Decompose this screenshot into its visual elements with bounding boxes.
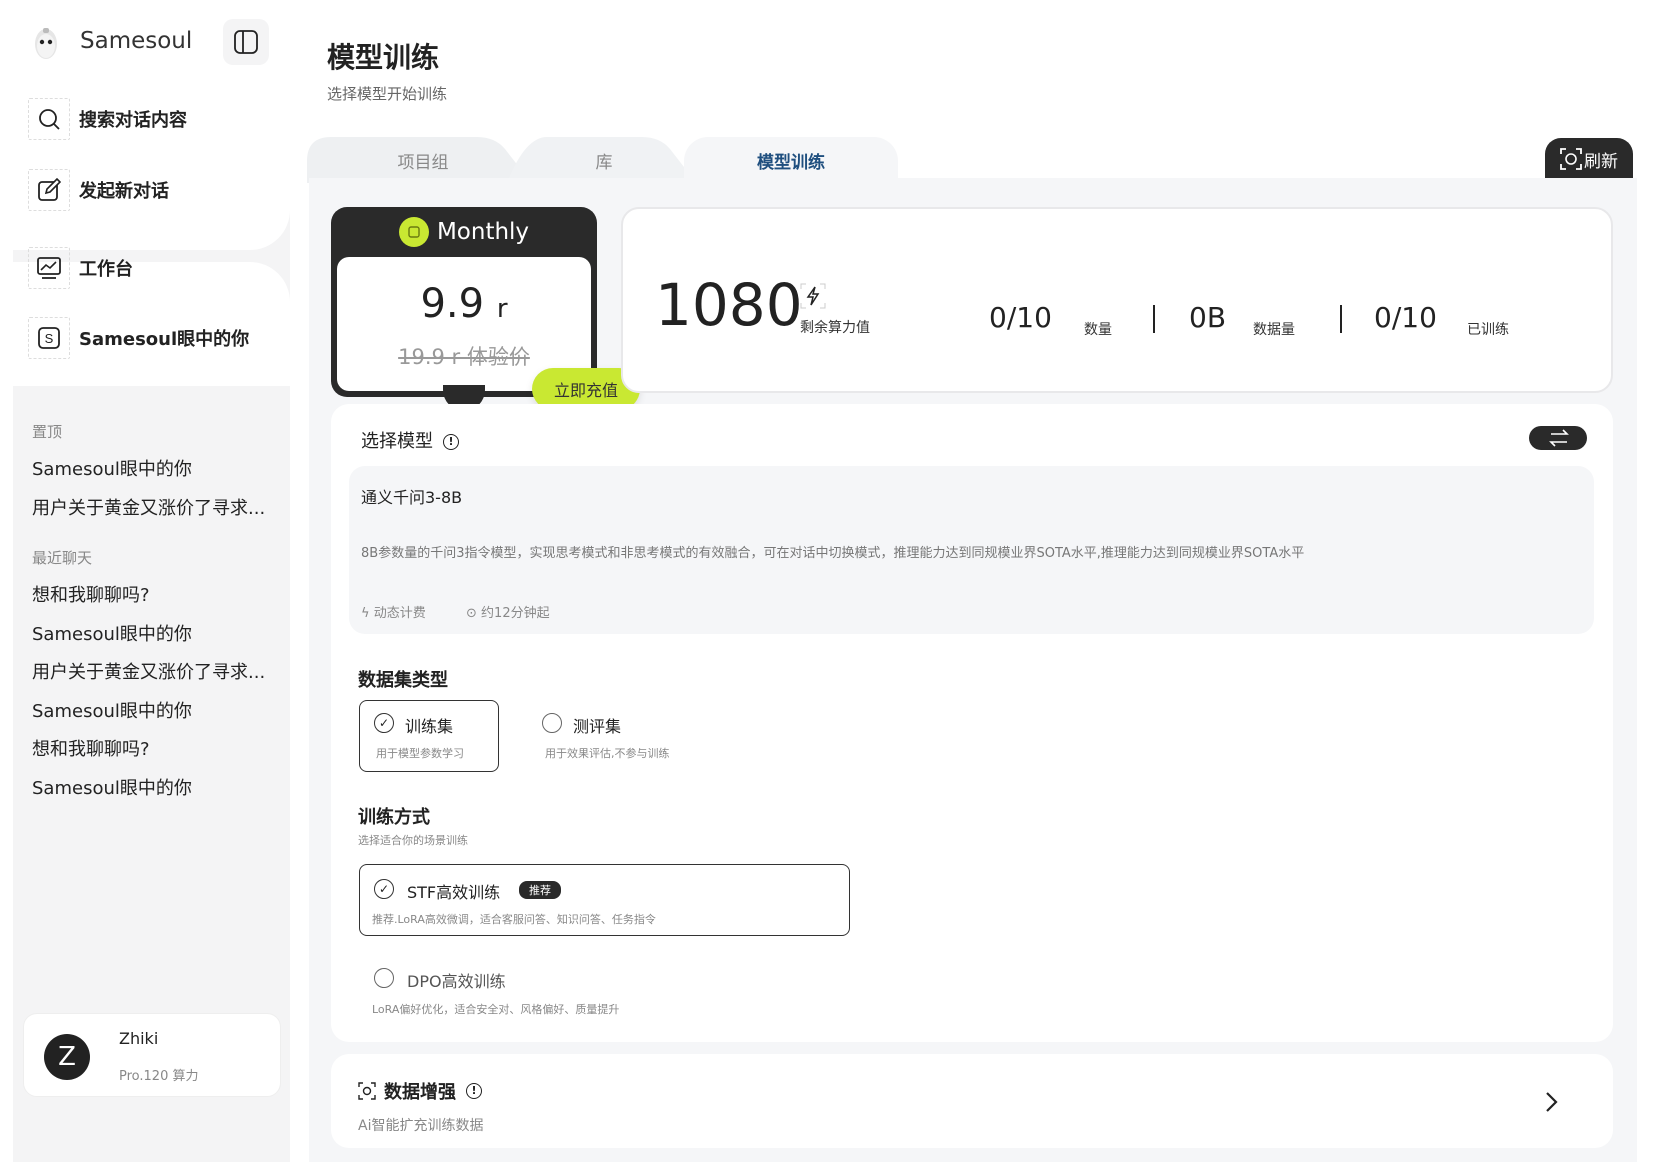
plan-price-unit: r [496,294,508,324]
plan-original-price: 19.9 r 体验价 [398,345,530,369]
stat-divider [1153,305,1155,333]
refresh-label: 刷新 [1584,151,1618,172]
dataset-option-eval-label[interactable]: 测评集 [573,713,621,737]
check-circle-icon: ✓ [374,879,394,899]
pinned-chat-item[interactable]: Samesoul眼中的你 [32,455,192,481]
info-icon[interactable]: ! [466,1083,482,1099]
nav-search-label: 搜索对话内容 [79,110,187,131]
recent-chat-item[interactable]: Samesoul眼中的你 [32,774,192,800]
switch-model-button[interactable] [1529,426,1587,450]
recent-chat-item[interactable]: 用户关于黄金又涨价了寻求... [32,658,265,684]
chart-icon [28,247,70,289]
user-plan: Pro.120 算力 [119,1069,199,1084]
pinned-chat-item[interactable]: 用户关于黄金又涨价了寻求... [32,494,265,520]
billing-label: 动态计费 [373,606,426,621]
clock-icon: ⊙ [466,606,477,621]
nav-new-chat[interactable]: 发起新对话 [28,169,169,211]
nav-workbench[interactable]: 工作台 [28,247,133,289]
lightning-icon [800,283,826,309]
user-name: Zhiki [119,1029,159,1048]
avatar: Z [44,1034,90,1080]
plan-name: Monthly [436,219,530,245]
training-option-dpo-radio[interactable] [374,968,394,988]
plan-price: 9.9 r [337,281,591,327]
page-title: 模型训练 [327,41,440,74]
refresh-button[interactable]: 刷新 [1545,138,1633,180]
sidebar-panel-icon [234,30,258,54]
compute-value: 1080 [655,271,803,339]
model-card[interactable]: 通义千问3-8B 8B参数量的千问3指令模型，实现思考模式和非思考模式的有效融合… [349,466,1594,634]
tab-project-group[interactable]: 项目组 [330,137,516,183]
brand-header: Samesoul [13,0,290,88]
recent-chat-item[interactable]: 想和我聊聊吗? [32,581,150,607]
compute-label: 剩余算力值 [800,320,870,336]
stat-count-value: 0/10 [989,301,1052,334]
select-model-title-text: 选择模型 [361,431,433,452]
data-augmentation-title: 数据增强 ! [358,1078,482,1104]
recent-chat-item[interactable]: Samesoul眼中的你 [32,620,192,646]
brand-name: Samesoul [80,28,193,54]
samesoul-logo-icon [35,28,57,59]
search-icon [28,98,70,140]
info-icon[interactable]: ! [443,434,459,450]
scan-refresh-icon [1560,148,1582,170]
nav-workbench-label: 工作台 [79,259,133,280]
recent-chat-item[interactable]: 想和我聊聊吗? [32,735,150,761]
stat-trained-value: 0/10 [1374,301,1437,334]
training-option-stf-sub: 推荐.LoRA高效微调，适合客服问答、知识问答、任务指令 [372,913,656,926]
nav-samesoul-you-label: Samesoul眼中的你 [79,329,250,350]
plan-badge-icon [398,217,429,247]
training-method-title: 训练方式 [358,807,430,828]
chevron-right-icon[interactable] [1541,1090,1561,1114]
stat-divider [1340,305,1342,333]
stat-trained-label: 已训练 [1467,322,1509,338]
plan-price-value: 9.9 [420,281,485,327]
nav-samesoul-you[interactable]: S Samesoul眼中的你 [28,317,250,359]
training-option-dpo-label[interactable]: DPO高效训练 [407,968,506,992]
dataset-option-train-label: 训练集 [405,717,454,736]
training-option-stf-label: STF高效训练 [407,883,501,902]
sidebar: Samesoul 搜索对话内容 发起新对话 工作台 S Samesoul眼中的你 [13,0,290,1162]
user-card[interactable]: Z Zhiki Pro.120 算力 [23,1013,281,1097]
s-box-icon: S [28,317,70,359]
dataset-option-eval-radio[interactable] [542,713,562,733]
stats-card: 1080 剩余算力值 0/10 数量 0B 数据量 0/10 已训练 [621,207,1613,393]
svg-text:S: S [45,331,54,346]
check-circle-icon: ✓ [374,713,394,733]
stat-count-label: 数量 [1084,322,1112,338]
model-name: 通义千问3-8B [361,488,463,507]
data-augmentation-subtitle: Ai智能扩充训练数据 [358,1118,484,1134]
plan-card-header: Monthly [331,207,597,257]
augment-icon [358,1082,376,1100]
data-augmentation-title-text: 数据增强 [384,1082,456,1103]
training-option-dpo-sub: LoRA偏好优化，适合安全对、风格偏好、质量提升 [372,1003,620,1016]
stat-data-value: 0B [1189,301,1227,334]
nav-search[interactable]: 搜索对话内容 [28,98,187,140]
page-subtitle: 选择模型开始训练 [327,85,448,103]
model-description: 8B参数量的千问3指令模型，实现思考模式和非思考模式的有效融合，可在对话中切换模… [361,546,1305,561]
recommended-badge: 推荐 [519,881,561,899]
dataset-type-title: 数据集类型 [358,670,448,691]
tab-library[interactable]: 库 [520,137,688,183]
select-model-title: 选择模型! [361,427,459,453]
sidebar-toggle-button[interactable] [223,19,269,65]
training-method-subtitle: 选择适合你的场景训练 [358,834,468,847]
billing-info: ϟ 动态计费 [361,602,426,621]
swap-icon [1549,429,1569,447]
stat-data-label: 数据量 [1253,322,1295,338]
recent-section-title: 最近聊天 [32,549,93,567]
tab-model-training[interactable]: 模型训练 [684,137,898,183]
data-augmentation-panel[interactable] [331,1054,1613,1148]
edit-icon [28,169,70,211]
dataset-option-eval-sub: 用于效果评估,不参与训练 [545,747,670,760]
dataset-option-train-sub: 用于模型参数学习 [376,747,464,760]
lightning-small-icon: ϟ [361,606,370,621]
recent-chat-item[interactable]: Samesoul眼中的你 [32,697,192,723]
duration-info: ⊙ 约12分钟起 [466,602,550,621]
pinned-section-title: 置顶 [32,423,63,441]
nav-new-chat-label: 发起新对话 [79,181,169,202]
duration-label: 约12分钟起 [481,606,550,621]
